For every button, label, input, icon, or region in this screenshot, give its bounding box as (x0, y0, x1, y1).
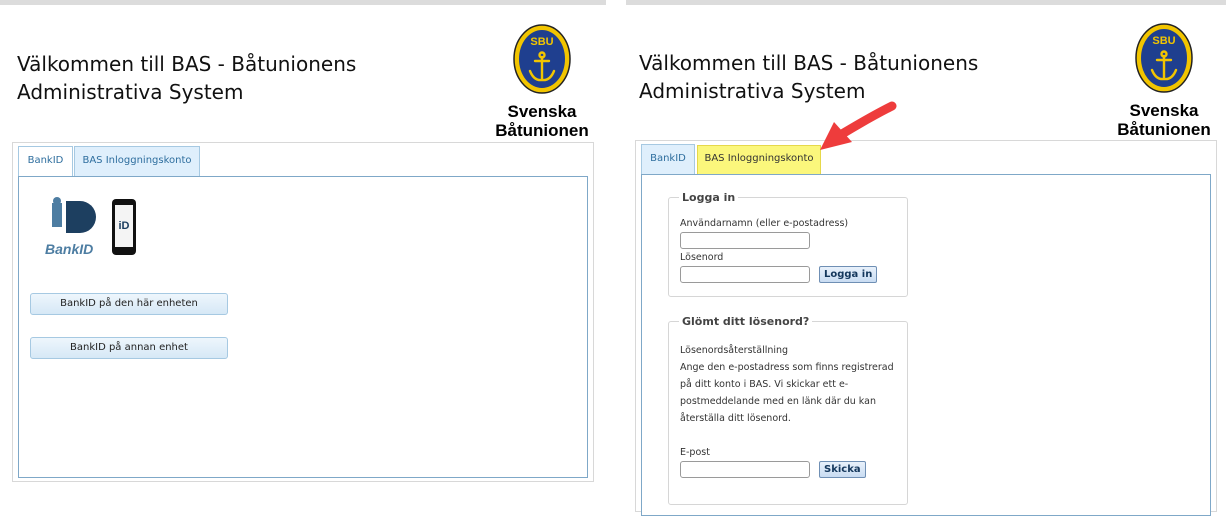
right-panel: Välkommen till BAS - Båtunionens Adminis… (626, 0, 1226, 516)
page-title: Välkommen till BAS - Båtunionens Adminis… (639, 49, 978, 105)
bankid-tab-content: iD BankID BankID på den här enheten Bank… (18, 176, 588, 478)
left-panel: Välkommen till BAS - Båtunionens Adminis… (0, 0, 606, 502)
password-input[interactable] (680, 266, 810, 283)
reset-heading: Lösenordsåterställning (680, 345, 789, 356)
tab-bas-account[interactable]: BAS Inloggningskonto (74, 146, 200, 176)
svg-text:iD: iD (119, 220, 130, 232)
logo-name-line-2: Båtunionen (495, 121, 589, 140)
sbu-logo-badge: SBU (1135, 23, 1193, 93)
tab-strip: BankID BAS Inloggningskonto (641, 144, 1211, 179)
login-legend: Logga in (682, 191, 736, 204)
login-button[interactable]: Logga in (819, 266, 878, 283)
title-line-1: Välkommen till BAS - Båtunionens (639, 51, 979, 75)
forgot-password-legend: Glömt ditt lösenord? (682, 315, 810, 328)
sbu-logo-badge: SBU (513, 24, 571, 94)
page-title: Välkommen till BAS - Båtunionens Adminis… (17, 50, 356, 106)
title-line-2: Administrativa System (17, 80, 244, 104)
bankid-logo-text: BankID (45, 241, 93, 257)
sbu-logo-name: Svenska Båtunionen (490, 102, 594, 140)
tab-bankid[interactable]: BankID (18, 146, 73, 177)
bankid-other-device-button[interactable]: BankID på annan enhet (30, 337, 228, 359)
email-input[interactable] (680, 461, 810, 478)
tab-bankid[interactable]: BankID (641, 144, 695, 174)
email-label: E-post (680, 447, 710, 458)
tab-strip: BankID BAS Inloggningskonto (18, 146, 588, 177)
title-line-1: Välkommen till BAS - Båtunionens (17, 52, 357, 76)
send-button[interactable]: Skicka (819, 461, 866, 478)
bankid-id-icon (52, 197, 96, 233)
bankid-logo: iD BankID (45, 197, 136, 257)
red-arrow-annotation (820, 101, 897, 150)
phone-icon: iD (112, 199, 136, 255)
account-tab-content: Logga in Användarnamn (eller e-postadres… (641, 174, 1211, 516)
sbu-logo-name: Svenska Båtunionen (1112, 101, 1216, 139)
reset-description: Ange den e-postadress som finns registre… (680, 362, 894, 424)
logo-name-line-2: Båtunionen (1117, 120, 1211, 139)
logo-name-line-1: Svenska (507, 102, 577, 121)
badge-text: SBU (1152, 35, 1175, 47)
password-label: Lösenord (680, 252, 724, 263)
logo-name-line-1: Svenska (1129, 101, 1199, 120)
bankid-this-device-button[interactable]: BankID på den här enheten (30, 293, 228, 315)
username-input[interactable] (680, 232, 810, 249)
badge-text: SBU (530, 36, 553, 48)
username-label: Användarnamn (eller e-postadress) (680, 218, 849, 229)
